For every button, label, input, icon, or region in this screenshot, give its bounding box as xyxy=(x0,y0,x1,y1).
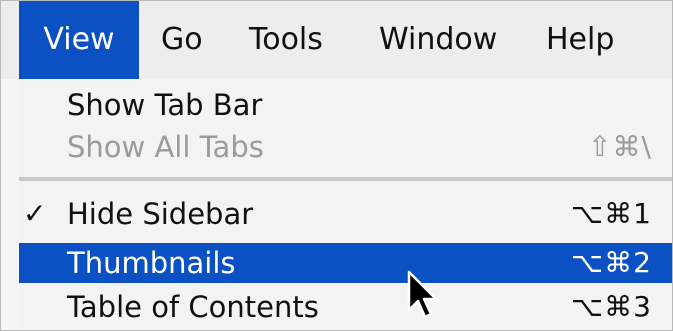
menubar-item-view[interactable]: View xyxy=(19,1,139,79)
menu-item-hide-sidebar[interactable]: ✓ Hide Sidebar ⌥⌘1 xyxy=(19,194,672,234)
checkmark-icon: ✓ xyxy=(23,197,47,230)
menubar-item-window[interactable]: Window xyxy=(379,1,509,79)
menu-item-shortcut: ⇧⌘\ xyxy=(588,130,652,163)
menu-item-table-of-contents[interactable]: Table of Contents ⌥⌘3 xyxy=(19,287,672,327)
menu-separator xyxy=(19,177,672,181)
menu-item-label: Show All Tabs xyxy=(67,130,264,164)
menubar-item-go[interactable]: Go xyxy=(161,1,211,79)
menu-item-show-tab-bar[interactable]: Show Tab Bar xyxy=(19,85,672,125)
menu-item-shortcut: ⌥⌘1 xyxy=(570,197,652,230)
menu-item-thumbnails[interactable]: Thumbnails ⌥⌘2 xyxy=(19,243,672,283)
menu-item-label: Show Tab Bar xyxy=(67,88,263,122)
menu-item-shortcut: ⌥⌘3 xyxy=(570,290,652,323)
menubar-item-help[interactable]: Help xyxy=(546,1,626,79)
app-window: View Go Tools Window Help Show Tab Bar S… xyxy=(0,0,673,331)
menu-item-show-all-tabs: Show All Tabs ⇧⌘\ xyxy=(19,127,672,167)
menu-item-label: Thumbnails xyxy=(67,246,236,280)
arrow-pointer-icon xyxy=(407,270,438,319)
menu-item-shortcut: ⌥⌘2 xyxy=(570,246,652,279)
menubar-item-tools[interactable]: Tools xyxy=(249,1,339,79)
menu-item-label: Table of Contents xyxy=(67,290,319,324)
view-menu-dropdown: Show Tab Bar Show All Tabs ⇧⌘\ ✓ Hide Si… xyxy=(19,79,672,330)
menu-item-label: Hide Sidebar xyxy=(67,197,254,231)
menu-bar: View Go Tools Window Help xyxy=(1,1,672,79)
